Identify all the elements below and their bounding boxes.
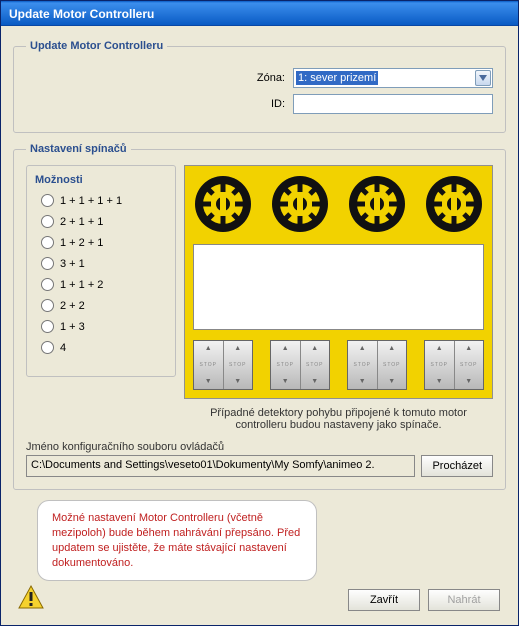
- warning-icon: [17, 584, 45, 615]
- config-path-display: C:\Documents and Settings\veseto01\Dokum…: [26, 455, 415, 477]
- browse-button[interactable]: Procházet: [421, 455, 493, 477]
- preview-box: [193, 244, 484, 330]
- zone-dropdown[interactable]: 1: sever prizemí: [293, 68, 493, 88]
- wall-switch-icon: ▲STOP▼ ▲STOP▼: [193, 340, 253, 390]
- close-button[interactable]: Zavřít: [348, 589, 420, 611]
- zone-value: 1: sever prizemí: [296, 71, 378, 85]
- option-5[interactable]: 2 + 2: [41, 299, 167, 312]
- gear-icon: [193, 174, 253, 234]
- options-box: Možnosti 1 + 1 + 1 + 1 2 + 1 + 1 1 + 2 +…: [26, 165, 176, 377]
- option-2[interactable]: 1 + 2 + 1: [41, 236, 167, 249]
- group-switches: Nastavení spínačů Možnosti 1 + 1 + 1 + 1…: [13, 143, 506, 490]
- warning-bubble: Možné nastavení Motor Controlleru (včetn…: [37, 500, 317, 581]
- wall-switch-icon: ▲STOP▼ ▲STOP▼: [270, 340, 330, 390]
- option-3[interactable]: 3 + 1: [41, 257, 167, 270]
- row-zone: Zóna: 1: sever prizemí: [26, 68, 493, 88]
- option-7[interactable]: 4: [41, 341, 167, 354]
- upload-button[interactable]: Nahrát: [428, 589, 500, 611]
- client-area: Update Motor Controlleru Zóna: 1: sever …: [1, 26, 518, 623]
- detector-note: Případné detektory pohybu připojené k to…: [184, 407, 493, 431]
- zone-label: Zóna:: [235, 72, 285, 84]
- gear-icon: [347, 174, 407, 234]
- option-6[interactable]: 1 + 3: [41, 320, 167, 333]
- wall-switch-icon: ▲STOP▼ ▲STOP▼: [424, 340, 484, 390]
- group-switches-legend: Nastavení spínačů: [26, 143, 131, 155]
- option-1[interactable]: 2 + 1 + 1: [41, 215, 167, 228]
- group-update-legend: Update Motor Controlleru: [26, 40, 167, 52]
- id-input[interactable]: [293, 94, 493, 114]
- id-label: ID:: [235, 98, 285, 110]
- window-title: Update Motor Controlleru: [9, 7, 154, 21]
- option-4[interactable]: 1 + 1 + 2: [41, 278, 167, 291]
- wall-switch-icon: ▲STOP▼ ▲STOP▼: [347, 340, 407, 390]
- row-id: ID:: [26, 94, 493, 114]
- group-update: Update Motor Controlleru Zóna: 1: sever …: [13, 40, 506, 133]
- titlebar: Update Motor Controlleru: [1, 1, 518, 26]
- config-label: Jméno konfiguračního souboru ovládačů: [26, 441, 493, 453]
- gear-icon: [424, 174, 484, 234]
- warning-text: Možné nastavení Motor Controlleru (včetn…: [52, 512, 300, 569]
- options-title: Možnosti: [35, 174, 167, 186]
- gear-panel: ▲STOP▼ ▲STOP▼ ▲STOP▼ ▲STOP▼ ▲STOP▼ ▲STOP…: [184, 165, 493, 399]
- dialog-window: Update Motor Controlleru Update Motor Co…: [0, 0, 519, 626]
- option-0[interactable]: 1 + 1 + 1 + 1: [41, 194, 167, 207]
- gear-icon: [270, 174, 330, 234]
- chevron-down-icon[interactable]: [475, 70, 491, 86]
